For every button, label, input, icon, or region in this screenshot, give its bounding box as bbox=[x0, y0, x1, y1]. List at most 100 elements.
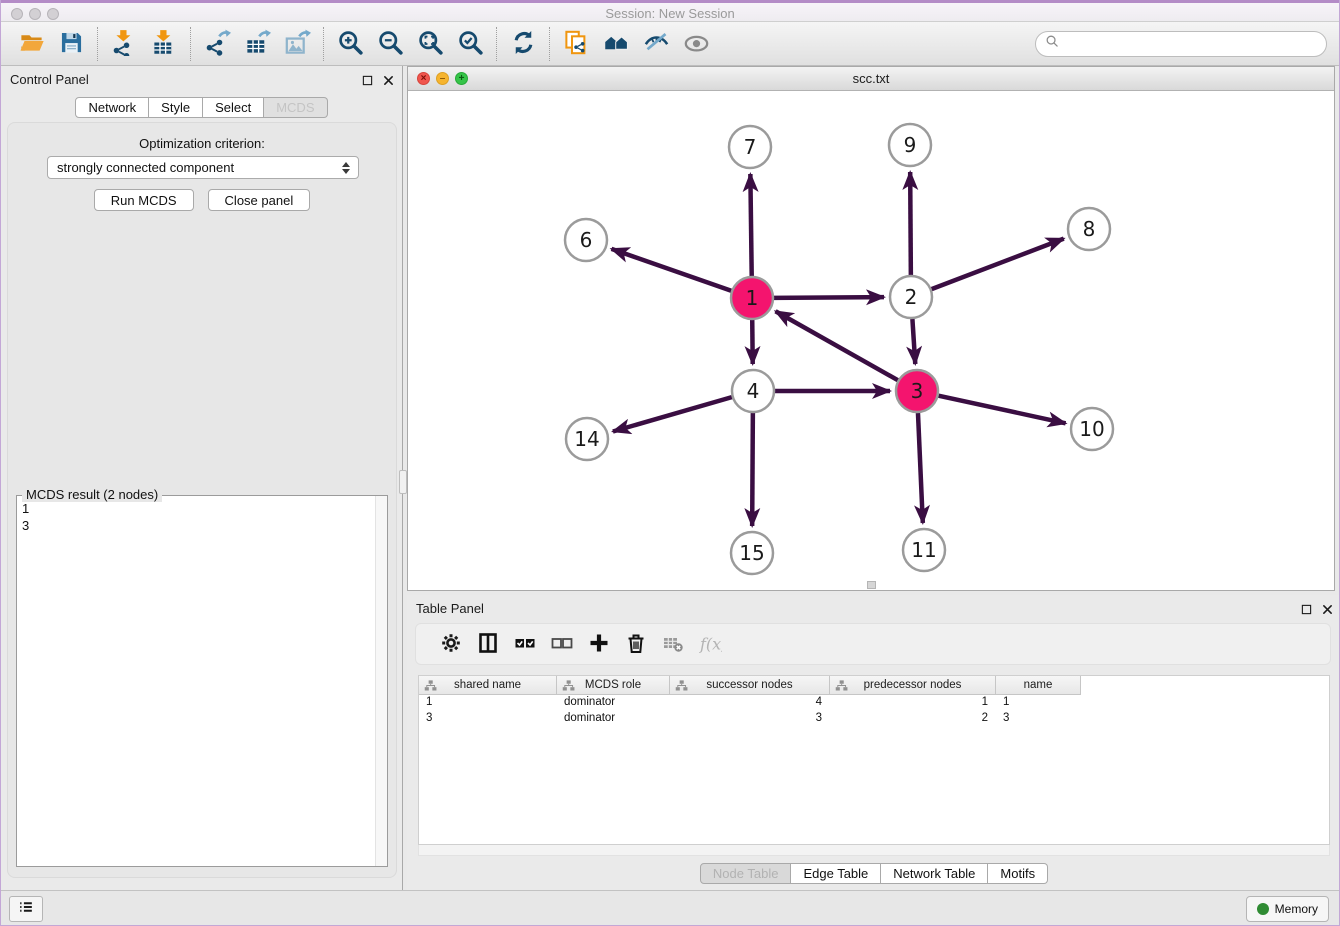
task-history-button[interactable] bbox=[9, 896, 43, 922]
control-panel-tabs: NetworkStyleSelectMCDS bbox=[1, 97, 402, 118]
tab-mcds[interactable]: MCDS bbox=[264, 97, 327, 118]
column-label: shared name bbox=[454, 679, 521, 691]
close-table-panel-icon[interactable] bbox=[1322, 602, 1333, 620]
node-10[interactable]: 10 bbox=[1071, 408, 1113, 450]
open-folder-button[interactable] bbox=[11, 26, 51, 62]
tab-motifs[interactable]: Motifs bbox=[988, 863, 1048, 884]
column-header-shared-name[interactable]: shared name bbox=[419, 676, 557, 694]
add-row-button[interactable] bbox=[580, 627, 617, 661]
network-canvas[interactable]: 7 9 6 8 1 2 4 3 14 10 15 11 bbox=[408, 91, 1334, 590]
import-network-button[interactable] bbox=[104, 26, 144, 62]
edge-1-2[interactable] bbox=[774, 297, 884, 298]
result-scrollbar[interactable] bbox=[375, 496, 387, 866]
deselect-all-button[interactable] bbox=[543, 627, 580, 661]
node-14[interactable]: 14 bbox=[566, 418, 608, 460]
node-1[interactable]: 1 bbox=[731, 277, 773, 319]
hide-selected-button[interactable] bbox=[636, 26, 676, 62]
import-network-icon bbox=[111, 29, 138, 59]
cell-shared-name[interactable]: 3 bbox=[419, 711, 557, 727]
edge-4-15[interactable] bbox=[752, 413, 753, 526]
list-icon bbox=[16, 897, 36, 922]
duplicate-network-icon bbox=[563, 29, 590, 59]
column-header-successor-nodes[interactable]: successor nodes bbox=[670, 676, 830, 694]
delete-row-button[interactable] bbox=[617, 627, 654, 661]
select-all-button[interactable] bbox=[506, 627, 543, 661]
node-7[interactable]: 7 bbox=[729, 126, 771, 168]
cell-predecessor-nodes[interactable]: 1 bbox=[830, 695, 996, 711]
cell-MCDS-role[interactable]: dominator bbox=[557, 695, 670, 711]
toolbar-separator bbox=[496, 27, 497, 61]
table-scrollbar[interactable] bbox=[418, 845, 1330, 856]
show-all-button[interactable] bbox=[676, 26, 716, 62]
edge-2-9[interactable] bbox=[910, 172, 911, 275]
table-panel-header: Table Panel bbox=[407, 595, 1340, 621]
export-network-icon bbox=[204, 29, 231, 59]
close-panel-icon[interactable] bbox=[383, 73, 394, 91]
zoom-in-button[interactable] bbox=[330, 26, 370, 62]
node-6[interactable]: 6 bbox=[565, 219, 607, 261]
splitter-grip[interactable] bbox=[399, 470, 407, 494]
close-panel-button[interactable]: Close panel bbox=[208, 189, 311, 211]
tab-select[interactable]: Select bbox=[203, 97, 264, 118]
control-panel-header: Control Panel bbox=[1, 66, 402, 92]
tab-network[interactable]: Network bbox=[75, 97, 149, 118]
edge-1-7[interactable] bbox=[750, 174, 751, 276]
edge-2-8[interactable] bbox=[932, 239, 1064, 290]
float-panel-icon[interactable] bbox=[362, 73, 373, 91]
search-input[interactable] bbox=[1061, 34, 1326, 54]
cell-name[interactable]: 3 bbox=[996, 711, 1080, 727]
zoom-selected-button[interactable] bbox=[450, 26, 490, 62]
cell-MCDS-role[interactable]: dominator bbox=[557, 711, 670, 727]
tab-network-table[interactable]: Network Table bbox=[881, 863, 988, 884]
node-11[interactable]: 11 bbox=[903, 529, 945, 571]
memory-status-icon bbox=[1257, 903, 1269, 915]
edge-4-14[interactable] bbox=[613, 397, 732, 431]
zoom-out-button[interactable] bbox=[370, 26, 410, 62]
column-header-name[interactable]: name bbox=[996, 676, 1080, 694]
column-header-predecessor-nodes[interactable]: predecessor nodes bbox=[830, 676, 996, 694]
export-table-button[interactable] bbox=[237, 26, 277, 62]
node-9[interactable]: 9 bbox=[889, 124, 931, 166]
export-image-button[interactable] bbox=[277, 26, 317, 62]
edge-1-6[interactable] bbox=[611, 249, 731, 291]
node-3[interactable]: 3 bbox=[896, 370, 938, 412]
hide-selected-icon bbox=[643, 29, 670, 59]
first-neighbors-button[interactable] bbox=[596, 26, 636, 62]
function-icon: f(x) bbox=[698, 631, 722, 658]
node-8[interactable]: 8 bbox=[1068, 208, 1110, 250]
tab-style[interactable]: Style bbox=[149, 97, 203, 118]
cell-successor-nodes[interactable]: 4 bbox=[670, 695, 830, 711]
criterion-select[interactable]: strongly connected component bbox=[47, 156, 359, 179]
table-row[interactable]: 1dominator411 bbox=[419, 695, 1081, 711]
settings-gear-button[interactable] bbox=[432, 627, 469, 661]
tab-edge-table[interactable]: Edge Table bbox=[791, 863, 881, 884]
cell-shared-name[interactable]: 1 bbox=[419, 695, 557, 711]
column-header-MCDS-role[interactable]: MCDS role bbox=[557, 676, 670, 694]
import-table-button[interactable] bbox=[144, 26, 184, 62]
edge-3-10[interactable] bbox=[938, 396, 1065, 424]
network-window-titlebar: × – + scc.txt bbox=[408, 67, 1334, 91]
duplicate-network-button[interactable] bbox=[556, 26, 596, 62]
cell-successor-nodes[interactable]: 3 bbox=[670, 711, 830, 727]
cell-name[interactable]: 1 bbox=[996, 695, 1080, 711]
tab-node-table[interactable]: Node Table bbox=[700, 863, 792, 884]
table-row[interactable]: 3dominator323 bbox=[419, 711, 1081, 727]
refresh-button[interactable] bbox=[503, 26, 543, 62]
cell-predecessor-nodes[interactable]: 2 bbox=[830, 711, 996, 727]
save-button[interactable] bbox=[51, 26, 91, 62]
node-15[interactable]: 15 bbox=[731, 532, 773, 574]
network-scroll-handle[interactable] bbox=[867, 581, 876, 589]
column-visibility-button[interactable] bbox=[469, 627, 506, 661]
edge-3-1[interactable] bbox=[776, 311, 898, 380]
float-table-panel-icon[interactable] bbox=[1301, 602, 1312, 620]
edge-2-3[interactable] bbox=[912, 319, 915, 364]
svg-text:7: 7 bbox=[744, 135, 757, 159]
application-window: Session: New Session Control Panel Netwo… bbox=[0, 0, 1340, 926]
edge-3-11[interactable] bbox=[918, 413, 923, 523]
run-mcds-button[interactable]: Run MCDS bbox=[94, 189, 194, 211]
memory-button[interactable]: Memory bbox=[1246, 896, 1329, 922]
node-4[interactable]: 4 bbox=[732, 370, 774, 412]
zoom-fit-button[interactable] bbox=[410, 26, 450, 62]
node-2[interactable]: 2 bbox=[890, 276, 932, 318]
export-network-button[interactable] bbox=[197, 26, 237, 62]
